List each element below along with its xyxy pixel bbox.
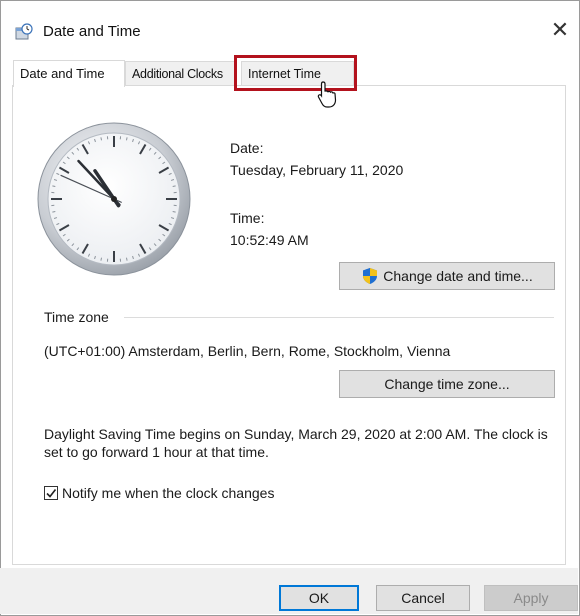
time-value: 10:52:49 AM — [230, 232, 309, 248]
notify-checkbox[interactable] — [44, 486, 58, 500]
time-zone-group-label: Time zone — [44, 309, 109, 325]
tab-date-and-time[interactable]: Date and Time — [13, 60, 125, 87]
clock-minute-tick — [125, 137, 128, 141]
date-label: Date: — [230, 140, 264, 156]
clock-minute-tick — [172, 185, 176, 188]
tab-highlight-frame — [234, 55, 357, 91]
notify-label[interactable]: Notify me when the clock changes — [62, 485, 274, 501]
clock-minute-tick — [100, 257, 103, 261]
date-time-control-panel-icon — [15, 23, 33, 41]
ok-button[interactable]: OK — [279, 585, 359, 611]
time-zone-value: (UTC+01:00) Amsterdam, Berlin, Bern, Rom… — [44, 343, 451, 359]
group-divider — [124, 317, 554, 318]
clock-minute-tick — [100, 137, 103, 141]
clock-minute-tick — [172, 210, 176, 213]
close-button[interactable]: ✕ — [541, 13, 579, 47]
tab-additional-clocks[interactable]: Additional Clocks — [125, 61, 237, 86]
dst-message: Daylight Saving Time begins on Sunday, M… — [44, 426, 548, 460]
apply-button[interactable]: Apply — [484, 585, 578, 611]
window-title: Date and Time — [43, 23, 141, 40]
analog-clock — [37, 122, 191, 276]
cancel-button[interactable]: Cancel — [376, 585, 470, 611]
time-label: Time: — [230, 210, 265, 226]
uac-shield-icon — [361, 267, 379, 285]
date-value: Tuesday, February 11, 2020 — [230, 162, 404, 178]
clock-minute-tick — [125, 257, 128, 261]
clock-minute-tick — [52, 185, 56, 188]
clock-minute-tick — [52, 210, 56, 213]
change-date-time-button[interactable]: Change date and time... — [339, 262, 555, 290]
change-date-time-label: Change date and time... — [383, 268, 533, 284]
mouse-pointer-icon — [317, 81, 337, 108]
title-bar: Date and Time ✕ — [1, 1, 579, 53]
change-time-zone-button[interactable]: Change time zone... — [339, 370, 555, 398]
close-icon: ✕ — [550, 17, 570, 42]
checkmark-icon — [46, 489, 57, 498]
